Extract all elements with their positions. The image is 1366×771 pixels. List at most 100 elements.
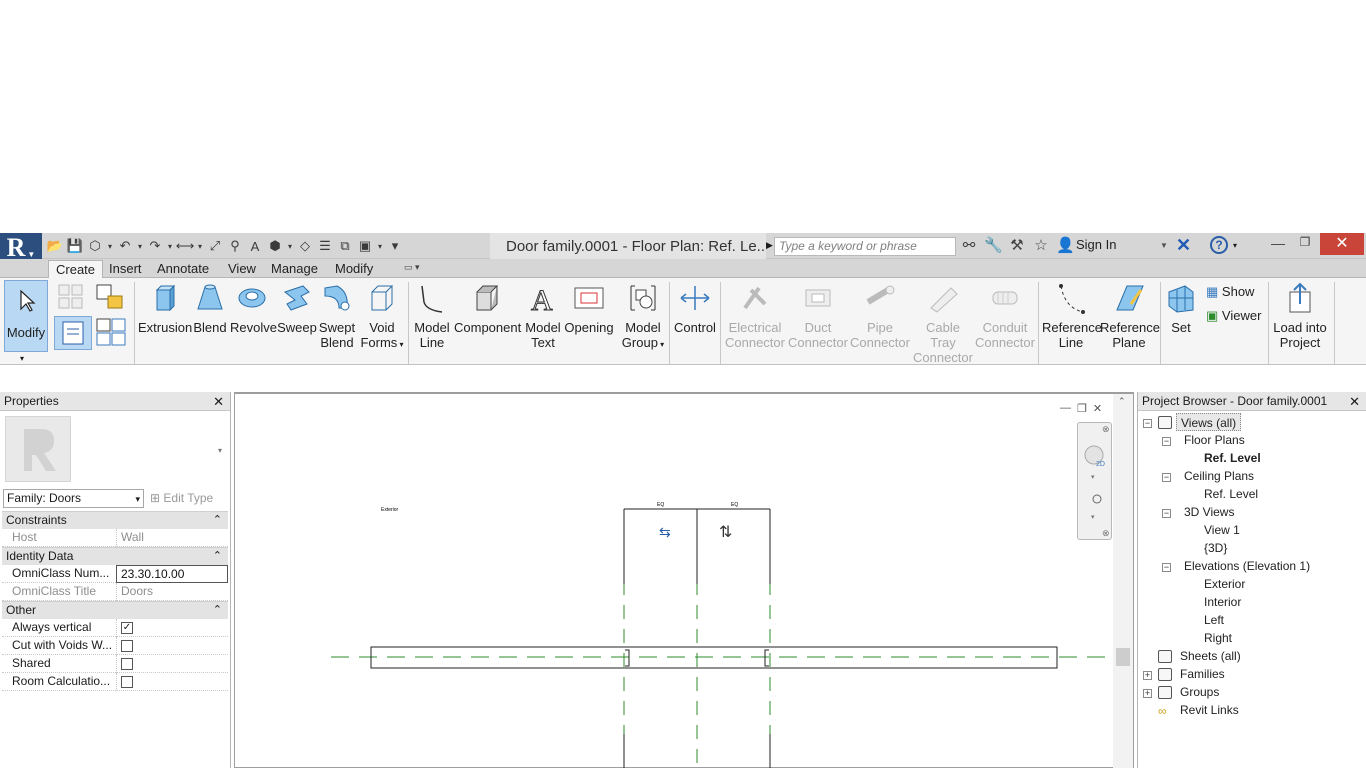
modify-button[interactable]: Modify	[4, 280, 48, 352]
opening-button[interactable]: Opening	[564, 280, 614, 352]
tree-elevation-exterior[interactable]: Exterior	[1204, 575, 1245, 593]
switch-windows-icon[interactable]: ▣	[356, 237, 374, 255]
blend-button[interactable]: Blend	[192, 280, 228, 352]
shared-checkbox[interactable]	[121, 658, 133, 670]
help-icon[interactable]: ?	[1210, 236, 1228, 254]
collapse-chevron-icon[interactable]: ⌃	[213, 602, 222, 619]
collapse-toggle-icon[interactable]: −	[1162, 473, 1171, 482]
section-other[interactable]: Other ⌃	[2, 601, 228, 619]
tree-view-3d[interactable]: {3D}	[1204, 539, 1227, 557]
family-category-icon[interactable]	[56, 282, 88, 312]
close-hidden-windows-icon[interactable]: ⧉	[336, 237, 354, 255]
void-forms-button[interactable]: Void Forms ▾	[360, 280, 404, 352]
thin-lines-icon[interactable]: ☰	[316, 237, 334, 255]
zoom-icon[interactable]	[1092, 494, 1102, 504]
tree-elevation-interior[interactable]: Interior	[1204, 593, 1241, 611]
swept-blend-button[interactable]: Swept Blend	[318, 280, 356, 352]
tree-floor-plan-ref-level[interactable]: Ref. Level	[1204, 449, 1261, 467]
load-into-project-button[interactable]: Load into Project	[1272, 280, 1328, 352]
tree-ceiling-plan-ref-level[interactable]: Ref. Level	[1204, 485, 1258, 503]
aligned-dimension-icon[interactable]: ⤢	[206, 237, 224, 255]
chevron-down-icon[interactable]: ▾	[136, 237, 144, 255]
model-line-button[interactable]: Model Line	[412, 280, 452, 352]
text-icon[interactable]: A	[246, 237, 264, 255]
collapse-chevron-icon[interactable]: ⌃	[213, 548, 222, 565]
open-icon[interactable]: 📂	[46, 237, 64, 255]
room-calculation-checkbox[interactable]	[121, 676, 133, 688]
family-selector[interactable]: Family: Doors ▾	[3, 489, 144, 508]
default-3d-view-icon[interactable]: ⬢	[266, 237, 284, 255]
revolve-button[interactable]: Revolve	[230, 280, 277, 352]
chevron-down-icon[interactable]: ▼	[1160, 241, 1168, 250]
favorites-star-icon[interactable]: ☆	[1032, 236, 1050, 254]
expand-toggle-icon[interactable]: +	[1143, 671, 1152, 680]
collapse-toggle-icon[interactable]: −	[1143, 419, 1152, 428]
section-icon[interactable]: ◇	[296, 237, 314, 255]
component-button[interactable]: Component	[454, 280, 521, 352]
undo-icon[interactable]: ↶	[116, 237, 134, 255]
close-view-icon[interactable]: ✕	[1093, 402, 1102, 415]
chevron-down-icon[interactable]: ▾	[286, 237, 294, 255]
chevron-down-icon[interactable]: ▾	[1091, 514, 1095, 521]
chevron-down-icon[interactable]: ▾	[106, 237, 114, 255]
customize-toolbar-icon[interactable]: ▾	[386, 237, 404, 255]
exchange-apps-icon[interactable]: ✕	[1176, 235, 1191, 256]
subscription-icon[interactable]: 🔧	[984, 236, 1003, 254]
scroll-up-icon[interactable]: ⌃	[1118, 396, 1126, 407]
tab-view[interactable]: View	[221, 260, 263, 278]
flip-horizontal-control-icon[interactable]: ⇆	[659, 524, 671, 540]
tab-create[interactable]: Create	[48, 260, 104, 278]
close-icon[interactable]: ⊗	[1102, 424, 1110, 434]
extrusion-button[interactable]: Extrusion	[138, 280, 192, 352]
tree-families[interactable]: Families	[1180, 665, 1225, 683]
search-expand-icon[interactable]: ▶	[766, 240, 773, 251]
collapse-chevron-icon[interactable]: ⌃	[213, 512, 222, 529]
minimize-button[interactable]: —	[1266, 235, 1290, 255]
binoculars-icon[interactable]: ⚯	[960, 236, 978, 254]
tree-floor-plans[interactable]: Floor Plans	[1184, 431, 1245, 449]
cable-tray-connector-button[interactable]: Cable Tray Connector	[912, 280, 974, 365]
collapse-toggle-icon[interactable]: −	[1162, 563, 1171, 572]
tab-insert[interactable]: Insert	[102, 260, 149, 278]
sync-icon[interactable]: ⬡	[86, 237, 104, 255]
tree-sheets-all[interactable]: Sheets (all)	[1180, 647, 1241, 665]
floor-plan-drawing[interactable]: EQ EQ Exterior ⇆ ⇅	[235, 394, 1133, 768]
omniclass-number-input[interactable]: 23.30.10.00	[116, 565, 228, 583]
save-icon[interactable]: 💾	[66, 237, 84, 255]
measure-icon[interactable]: ⟷	[176, 237, 195, 255]
pipe-connector-button[interactable]: Pipe Connector	[850, 280, 910, 352]
drawing-area[interactable]: EQ EQ Exterior ⇆ ⇅	[234, 392, 1134, 768]
tag-icon[interactable]: ⚲	[226, 237, 244, 255]
electrical-connector-button[interactable]: Electrical Connector	[724, 280, 786, 352]
tree-ceiling-plans[interactable]: Ceiling Plans	[1184, 467, 1254, 485]
chevron-down-icon[interactable]: ▾	[166, 237, 174, 255]
model-text-button[interactable]: A Model Text	[522, 280, 564, 352]
tree-groups[interactable]: Groups	[1180, 683, 1219, 701]
tree-elevations[interactable]: Elevations (Elevation 1)	[1184, 557, 1310, 575]
chevron-down-icon[interactable]: ▾	[376, 237, 384, 255]
sweep-button[interactable]: Sweep	[276, 280, 318, 352]
cut-with-voids-checkbox[interactable]	[121, 640, 133, 652]
edit-type-button[interactable]: ⊞ Edit Type	[150, 489, 213, 508]
expand-toggle-icon[interactable]: +	[1143, 689, 1152, 698]
tree-revit-links[interactable]: Revit Links	[1180, 701, 1239, 719]
restore-button[interactable]: ❐	[1293, 235, 1317, 255]
tree-elevation-left[interactable]: Left	[1204, 611, 1224, 629]
section-constraints[interactable]: Constraints ⌃	[2, 511, 228, 529]
tab-manage[interactable]: Manage	[264, 260, 325, 278]
minimize-view-icon[interactable]: —	[1060, 402, 1071, 415]
scrollbar-thumb[interactable]	[1116, 648, 1130, 666]
tab-annotate[interactable]: Annotate	[150, 260, 216, 278]
type-selector-thumbnail[interactable]	[5, 416, 71, 482]
close-icon[interactable]: ✕	[1349, 392, 1360, 411]
tree-elevation-right[interactable]: Right	[1204, 629, 1232, 647]
show-work-plane-button[interactable]: ▦ Show	[1206, 284, 1254, 300]
control-button[interactable]: Control	[673, 280, 717, 352]
chevron-down-icon[interactable]: ▾	[1233, 241, 1237, 250]
set-work-plane-button[interactable]: Set	[1164, 280, 1198, 352]
chevron-down-icon[interactable]: ▾	[196, 237, 204, 255]
collapse-toggle-icon[interactable]: −	[1162, 437, 1171, 446]
ribbon-minimize-toggle[interactable]: ▭ ▾	[404, 262, 430, 275]
conduit-connector-button[interactable]: Conduit Connector	[974, 280, 1036, 352]
vertical-scrollbar[interactable]: ⌃	[1113, 394, 1133, 768]
